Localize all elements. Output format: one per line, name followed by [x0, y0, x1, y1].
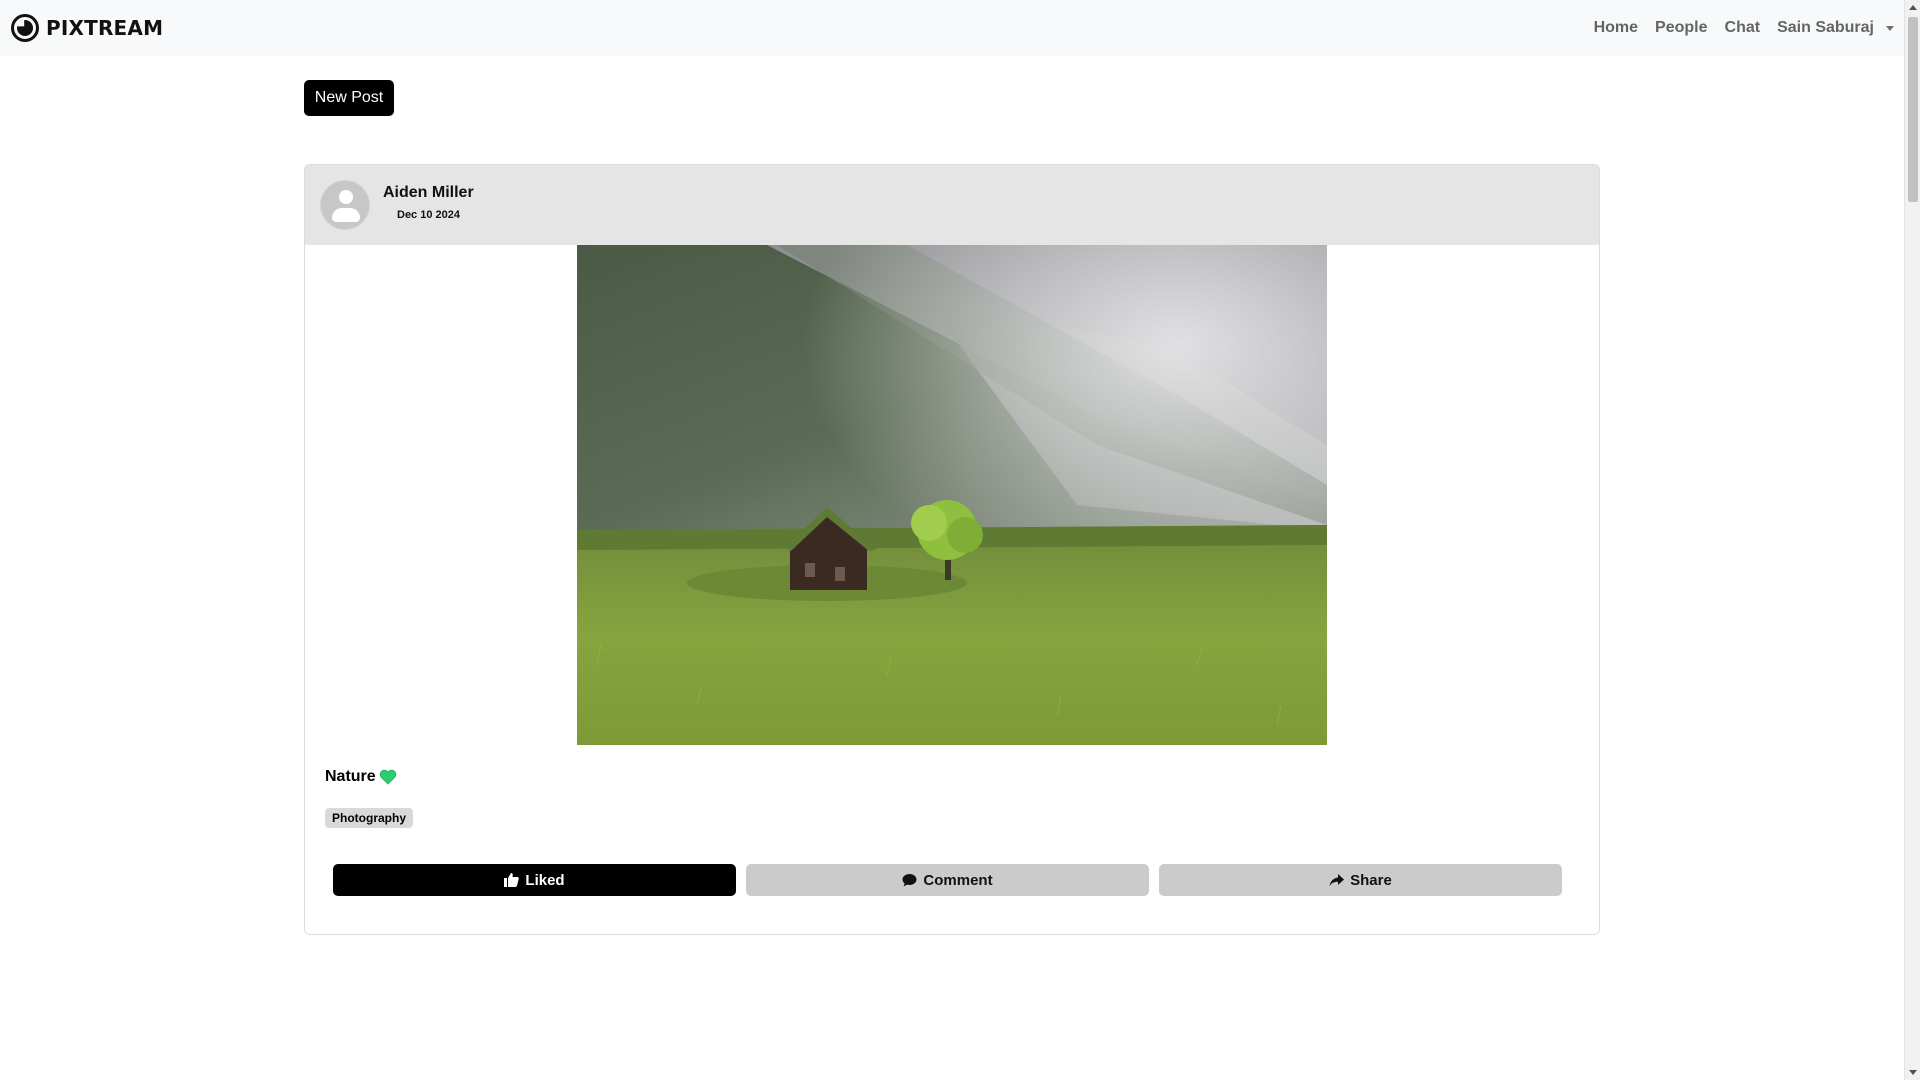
- user-menu-label: Sain Saburaj: [1777, 19, 1874, 36]
- post-image[interactable]: [577, 245, 1327, 745]
- nav-links: Home People Chat Sain Saburaj: [1594, 19, 1894, 37]
- like-button[interactable]: Liked: [333, 864, 736, 896]
- author-meta: Aiden Miller Dec 10 2024: [383, 184, 474, 221]
- post-header: Aiden Miller Dec 10 2024: [305, 165, 1599, 245]
- author-name[interactable]: Aiden Miller: [383, 184, 474, 202]
- nav-link-chat[interactable]: Chat: [1725, 19, 1761, 37]
- post-actions: Liked Comment Share: [333, 864, 1562, 896]
- like-button-label: Liked: [525, 871, 565, 889]
- share-button[interactable]: Share: [1159, 864, 1562, 896]
- green-heart-icon: [379, 769, 396, 785]
- avatar-body: [332, 208, 360, 222]
- post-date: Dec 10 2024: [397, 209, 460, 221]
- navbar: PIXTREAM Home People Chat Sain Saburaj: [0, 0, 1904, 56]
- avatar-head: [339, 190, 353, 204]
- share-button-label: Share: [1350, 871, 1392, 889]
- user-menu-dropdown[interactable]: Sain Saburaj: [1777, 19, 1894, 37]
- share-icon: [1329, 873, 1345, 886]
- nav-link-home[interactable]: Home: [1594, 19, 1638, 37]
- scroll-up-arrow-icon[interactable]: [1909, 5, 1917, 10]
- comment-button-label: Comment: [923, 871, 993, 889]
- scroll-down-arrow-icon[interactable]: [1909, 1070, 1917, 1075]
- post-caption: Nature: [325, 768, 397, 786]
- brand-logo-icon: [11, 14, 39, 42]
- scroll-thumb[interactable]: [1908, 17, 1918, 202]
- thumbs-up-icon: [504, 873, 520, 887]
- page-scrollbar[interactable]: [1904, 0, 1920, 1080]
- chevron-down-icon: [1886, 25, 1894, 31]
- post-tag[interactable]: Photography: [325, 808, 413, 828]
- new-post-button[interactable]: New Post: [304, 80, 394, 116]
- comment-button[interactable]: Comment: [746, 864, 1149, 896]
- brand[interactable]: PIXTREAM: [11, 14, 163, 42]
- caption-text: Nature: [325, 768, 376, 785]
- avatar[interactable]: [320, 180, 370, 230]
- brand-name: PIXTREAM: [46, 16, 164, 40]
- post-card: Aiden Miller Dec 10 2024 Nature Photogra…: [304, 164, 1600, 935]
- nav-link-people[interactable]: People: [1655, 19, 1707, 37]
- landscape-photo: [577, 245, 1327, 745]
- comment-icon: [902, 874, 917, 887]
